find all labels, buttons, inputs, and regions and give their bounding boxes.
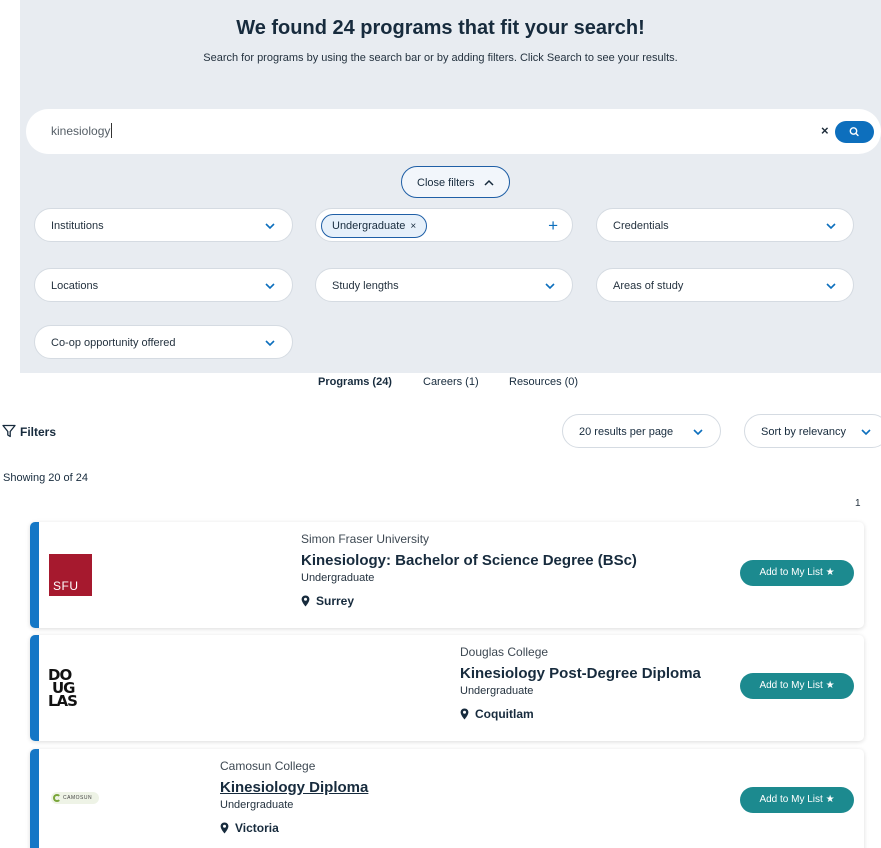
program-info: Simon Fraser University Kinesiology: Bac… — [301, 532, 637, 608]
close-filters-button[interactable]: Close filters — [401, 166, 510, 198]
program-card[interactable]: CAMOSUN Camosun College Kinesiology Dipl… — [30, 749, 864, 848]
study-level-dropdown[interactable]: Undergraduate × + — [315, 208, 573, 242]
chevron-down-icon — [265, 223, 275, 230]
camosun-logo-text: CAMOSUN — [63, 795, 93, 801]
tab-programs[interactable]: Programs (24) — [318, 376, 392, 388]
institutions-label: Institutions — [51, 220, 104, 232]
chevron-down-icon — [693, 429, 703, 436]
location: Surrey — [301, 594, 637, 608]
locations-dropdown[interactable]: Locations — [34, 268, 293, 302]
chevron-down-icon — [826, 283, 836, 290]
credential-label: Undergraduate — [301, 572, 375, 584]
chevron-up-icon — [484, 179, 494, 186]
card-accent — [30, 635, 39, 741]
card-accent — [30, 749, 39, 848]
credential-label: Undergraduate — [460, 685, 534, 697]
camosun-college-logo: CAMOSUN — [51, 792, 99, 804]
search-icon — [849, 127, 859, 137]
location-name: Victoria — [235, 821, 279, 835]
result-tabs: Programs (24) Careers (1) Resources (0) — [0, 376, 881, 390]
search-bar[interactable]: kinesiology × — [26, 109, 881, 154]
chevron-down-icon — [265, 283, 275, 290]
results-headline: We found 24 programs that fit your searc… — [236, 17, 645, 39]
remove-chip-icon[interactable]: × — [410, 221, 416, 232]
map-pin-icon — [220, 822, 229, 834]
search-input-value: kinesiology — [51, 124, 111, 138]
study-lengths-dropdown[interactable]: Study lengths — [315, 268, 573, 302]
institutions-dropdown[interactable]: Institutions — [34, 208, 293, 242]
filter-icon — [2, 424, 16, 438]
location-name: Surrey — [316, 594, 355, 608]
add-to-my-list-button[interactable]: Add to My List ★ — [740, 673, 854, 699]
credential-label: Undergraduate — [220, 799, 294, 811]
sort-select[interactable]: Sort by relevancy — [744, 414, 881, 448]
areas-of-study-dropdown[interactable]: Areas of study — [596, 268, 854, 302]
page-number-1[interactable]: 1 — [855, 498, 861, 509]
search-button[interactable] — [835, 121, 874, 143]
program-info: Douglas College Kinesiology Post-Degree … — [460, 645, 701, 721]
chevron-down-icon — [826, 223, 836, 230]
program-title[interactable]: Kinesiology Diploma — [220, 779, 368, 796]
sfu-logo-text: SFU — [53, 579, 79, 593]
douglas-logo-mark: DO UG LAS — [48, 666, 78, 710]
add-to-my-list-button[interactable]: Add to My List ★ — [740, 560, 854, 586]
sfu-logo: SFU — [49, 554, 92, 596]
svg-text:LAS: LAS — [48, 692, 77, 710]
program-card[interactable]: SFU Simon Fraser University Kinesiology:… — [30, 522, 864, 628]
program-card[interactable]: DO UG LAS Douglas College Kinesiology Po… — [30, 635, 864, 741]
add-to-my-list-button[interactable]: Add to My List ★ — [740, 787, 854, 813]
areas-of-study-label: Areas of study — [613, 280, 684, 292]
chevron-down-icon — [265, 340, 275, 347]
search-instructions: Search for programs by using the search … — [203, 52, 678, 64]
chevron-down-icon — [861, 429, 871, 436]
tab-careers[interactable]: Careers (1) — [423, 376, 479, 388]
per-page-select[interactable]: 20 results per page — [562, 414, 721, 448]
camosun-swoosh — [53, 794, 61, 802]
study-lengths-label: Study lengths — [332, 280, 399, 292]
text-cursor — [111, 123, 113, 138]
credentials-label: Credentials — [613, 220, 669, 232]
filters-toggle[interactable]: Filters — [2, 424, 56, 439]
coop-dropdown[interactable]: Co-op opportunity offered — [34, 325, 293, 359]
chevron-down-icon — [545, 283, 555, 290]
add-filter-button[interactable]: + — [548, 216, 558, 236]
credentials-dropdown[interactable]: Credentials — [596, 208, 854, 242]
locations-label: Locations — [51, 280, 99, 292]
map-pin-icon — [301, 595, 310, 607]
sort-label: Sort by relevancy — [761, 426, 846, 438]
clear-search-button[interactable]: × — [821, 123, 829, 138]
program-title[interactable]: Kinesiology: Bachelor of Science Degree … — [301, 552, 637, 569]
map-pin-icon — [460, 708, 469, 720]
search-input[interactable]: kinesiology — [51, 123, 113, 138]
filters-label: Filters — [20, 425, 57, 439]
close-filters-label: Close filters — [417, 177, 475, 189]
program-title[interactable]: Kinesiology Post-Degree Diploma — [460, 665, 701, 682]
tab-resources[interactable]: Resources (0) — [509, 376, 578, 388]
study-level-chip[interactable]: Undergraduate × — [321, 214, 428, 238]
location: Coquitlam — [460, 707, 701, 721]
location-name: Coquitlam — [475, 707, 534, 721]
results-count: Showing 20 of 24 — [3, 472, 89, 484]
per-page-label: 20 results per page — [579, 426, 674, 438]
douglas-college-logo: DO UG LAS — [46, 665, 90, 711]
institution-name: Camosun College — [220, 759, 316, 773]
program-info: Camosun College Kinesiology Diploma Unde… — [220, 759, 368, 835]
card-accent — [30, 522, 39, 628]
coop-label: Co-op opportunity offered — [51, 337, 176, 349]
institution-name: Simon Fraser University — [301, 532, 430, 546]
study-level-chip-label: Undergraduate — [332, 220, 406, 232]
location: Victoria — [220, 821, 368, 835]
institution-name: Douglas College — [460, 645, 549, 659]
